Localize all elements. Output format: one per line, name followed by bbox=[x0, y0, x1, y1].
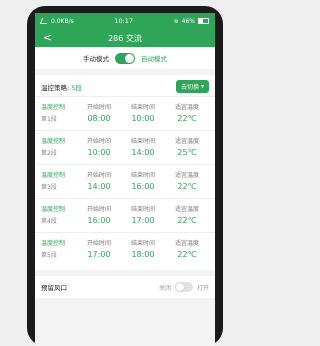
stage-row[interactable]: 温度控制 第5段 开始时间 17:00 结束时间 18:00 适宜温度 22℃ bbox=[35, 232, 215, 266]
switch-plan-button[interactable]: 去切换 ▾ bbox=[175, 80, 209, 93]
vent-toggle[interactable] bbox=[174, 282, 193, 292]
mode-toggle[interactable] bbox=[115, 52, 135, 64]
end-time-label: 结束时间 bbox=[130, 104, 155, 111]
target-temp-label: 适宜温度 bbox=[174, 172, 199, 179]
stage-name-col: 温度控制 第1段 bbox=[41, 104, 77, 124]
start-time-value: 14:00 bbox=[87, 182, 111, 191]
stage-name-col: 温度控制 第3段 bbox=[41, 172, 77, 192]
stage-row[interactable]: 温度控制 第4段 开始时间 16:00 结束时间 17:00 适宜温度 22℃ bbox=[35, 198, 215, 232]
switch-plan-label: 去切换 bbox=[180, 84, 199, 91]
end-time-col[interactable]: 结束时间 14:00 bbox=[121, 138, 165, 158]
reserved-vent-label: 预留风口 bbox=[41, 284, 67, 292]
temp-control-label: 温度控制 bbox=[41, 206, 66, 213]
target-temp-label: 适宜温度 bbox=[174, 104, 199, 111]
vent-on-label: 打开 bbox=[196, 284, 209, 292]
start-time-value: 17:00 bbox=[87, 250, 111, 259]
start-time-col[interactable]: 开始时间 10:00 bbox=[77, 138, 121, 158]
target-temp-col[interactable]: 适宜温度 22℃ bbox=[165, 240, 209, 260]
plan-header: 温控策略: 5段 去切换 ▾ bbox=[35, 75, 215, 96]
page-title: 286 交流 bbox=[108, 33, 142, 43]
target-temp-col[interactable]: 适宜温度 22℃ bbox=[165, 206, 209, 226]
temp-control-label: 温度控制 bbox=[41, 240, 66, 247]
end-time-col[interactable]: 结束时间 17:00 bbox=[121, 206, 165, 226]
stage-number: 第1段 bbox=[41, 116, 57, 123]
stage-name-col: 温度控制 第4段 bbox=[41, 206, 77, 226]
target-temp-value: 22℃ bbox=[177, 250, 197, 259]
end-time-col[interactable]: 结束时间 18:00 bbox=[121, 240, 165, 260]
start-time-value: 10:00 bbox=[87, 148, 111, 157]
stage-row[interactable]: 温度控制 第3段 开始时间 14:00 结束时间 16:00 适宜温度 22℃ bbox=[35, 164, 215, 198]
start-time-label: 开始时间 bbox=[86, 172, 111, 179]
target-temp-label: 适宜温度 bbox=[174, 240, 199, 247]
end-time-value: 18:00 bbox=[131, 250, 155, 259]
start-time-value: 08:00 bbox=[87, 114, 111, 123]
start-time-col[interactable]: 开始时间 08:00 bbox=[77, 104, 121, 124]
reserved-vent-row: 预留风口 关闭 打开 bbox=[35, 276, 215, 298]
end-time-label: 结束时间 bbox=[130, 240, 155, 247]
toggle-knob bbox=[125, 53, 134, 63]
auto-mode-label[interactable]: 自动模式 bbox=[141, 53, 167, 63]
status-bar: 0.0KB/s 10:17 ≋ 46% bbox=[35, 13, 215, 29]
target-temp-value: 22℃ bbox=[177, 182, 197, 191]
stage-number: 第4段 bbox=[41, 218, 57, 225]
end-time-label: 结束时间 bbox=[130, 172, 155, 179]
target-temp-col[interactable]: 适宜温度 22℃ bbox=[165, 172, 209, 192]
plan-count: 5段 bbox=[71, 83, 82, 92]
manual-mode-label[interactable]: 手动模式 bbox=[83, 53, 109, 63]
nav-bar: < 286 交流 bbox=[35, 29, 215, 47]
plan-label-text: 温控策略: bbox=[41, 83, 70, 92]
start-time-value: 16:00 bbox=[87, 216, 111, 225]
stage-number: 第2段 bbox=[41, 150, 57, 157]
toggle-knob bbox=[175, 283, 184, 291]
temp-control-label: 温度控制 bbox=[41, 104, 66, 111]
stage-row[interactable]: 温度控制 第2段 开始时间 10:00 结束时间 14:00 适宜温度 25℃ bbox=[35, 130, 215, 164]
target-temp-col[interactable]: 适宜温度 25℃ bbox=[165, 138, 209, 158]
stage-number: 第5段 bbox=[41, 252, 57, 259]
start-time-label: 开始时间 bbox=[86, 240, 111, 247]
end-time-value: 16:00 bbox=[131, 182, 155, 191]
stage-name-col: 温度控制 第2段 bbox=[41, 138, 77, 158]
temp-control-label: 温度控制 bbox=[41, 138, 66, 145]
end-time-col[interactable]: 结束时间 10:00 bbox=[121, 104, 165, 124]
start-time-label: 开始时间 bbox=[86, 138, 111, 145]
target-temp-col[interactable]: 适宜温度 22℃ bbox=[165, 104, 209, 124]
end-time-value: 10:00 bbox=[131, 114, 155, 123]
vent-off-label: 关闭 bbox=[158, 284, 171, 292]
end-time-col[interactable]: 结束时间 16:00 bbox=[121, 172, 165, 192]
app-screen: 0.0KB/s 10:17 ≋ 46% < 286 交流 手动模式 自动模式 温… bbox=[35, 13, 215, 346]
stage-name-col: 温度控制 第5段 bbox=[41, 240, 77, 260]
plan-label: 温控策略: 5段 bbox=[41, 82, 82, 92]
target-temp-label: 适宜温度 bbox=[174, 138, 199, 145]
signal-icon bbox=[39, 18, 50, 24]
start-time-col[interactable]: 开始时间 14:00 bbox=[77, 172, 121, 192]
start-time-label: 开始时间 bbox=[86, 206, 111, 213]
start-time-col[interactable]: 开始时间 16:00 bbox=[77, 206, 121, 226]
end-time-label: 结束时间 bbox=[130, 138, 155, 145]
target-temp-value: 25℃ bbox=[177, 148, 197, 157]
chevron-down-icon: ▾ bbox=[200, 83, 204, 90]
end-time-label: 结束时间 bbox=[130, 206, 155, 213]
start-time-col[interactable]: 开始时间 17:00 bbox=[77, 240, 121, 260]
stage-row[interactable]: 温度控制 第1段 开始时间 08:00 结束时间 10:00 适宜温度 22℃ bbox=[35, 96, 215, 130]
end-time-value: 14:00 bbox=[131, 148, 155, 157]
temperature-plan-card: 温控策略: 5段 去切换 ▾ 温度控制 第1段 开始时间 08:00 结束时间 1… bbox=[35, 75, 215, 270]
wifi-icon: ≋ bbox=[173, 17, 179, 25]
end-time-value: 17:00 bbox=[131, 216, 155, 225]
target-temp-label: 适宜温度 bbox=[174, 206, 199, 213]
temp-control-label: 温度控制 bbox=[41, 172, 66, 179]
back-icon[interactable]: < bbox=[43, 31, 52, 45]
start-time-label: 开始时间 bbox=[86, 104, 111, 111]
mode-switch-row: 手动模式 自动模式 bbox=[35, 47, 215, 69]
network-speed: 0.0KB/s bbox=[51, 17, 74, 25]
target-temp-value: 22℃ bbox=[177, 216, 197, 225]
stage-number: 第3段 bbox=[41, 184, 57, 191]
battery-percent: 46% bbox=[181, 17, 195, 25]
target-temp-value: 22℃ bbox=[177, 114, 197, 123]
status-time: 10:17 bbox=[114, 17, 134, 25]
battery-icon bbox=[197, 18, 209, 24]
